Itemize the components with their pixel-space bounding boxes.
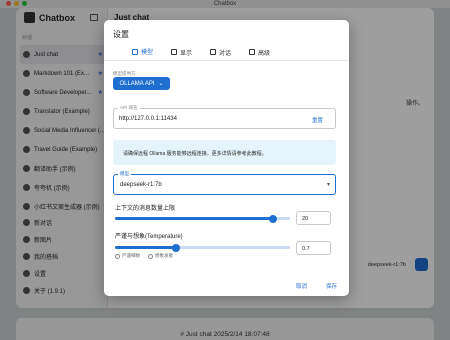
precise-icon — [115, 253, 120, 259]
cube-icon — [132, 48, 138, 55]
dialog-title: 设置 — [113, 30, 129, 39]
model-select[interactable]: 模型 deepseek-r1:7b ▾ — [113, 171, 336, 195]
creative-hint: 想象发散 — [148, 253, 173, 259]
api-host-label: API 域名 — [118, 105, 140, 111]
api-host-input[interactable]: API 域名 http://127.0.0.1:11434 重置 — [113, 105, 336, 129]
provider-select-button[interactable]: OLLAMA API ⌄ — [113, 77, 170, 90]
caret-down-icon: ▾ — [326, 182, 330, 188]
settings-tab[interactable]: 显示 — [171, 47, 192, 61]
context-limit-slider[interactable] — [115, 214, 290, 223]
provider-value: OLLAMA API — [119, 80, 155, 87]
context-slider-thumb[interactable] — [268, 214, 277, 223]
temperature-slider[interactable] — [115, 243, 290, 252]
settings-tab[interactable]: 高级 — [249, 47, 270, 61]
context-limit-input[interactable]: 20 — [296, 211, 331, 225]
temperature-slider-fill — [115, 246, 177, 249]
save-button[interactable]: 保存 — [326, 282, 337, 290]
display-icon — [171, 49, 178, 55]
creative-hint-label: 想象发散 — [155, 253, 173, 258]
precise-hint-label: 严谨细致 — [122, 253, 140, 258]
tab-divider — [104, 60, 349, 61]
temperature-input[interactable]: 0.7 — [296, 241, 331, 255]
gear-icon — [249, 49, 256, 55]
temperature-hints: 严谨细致 想象发散 — [115, 253, 173, 259]
api-host-value: http://127.0.0.1:11434 — [119, 116, 177, 122]
chat-icon — [210, 49, 217, 55]
model-value: deepseek-r1:7b — [120, 182, 162, 188]
settings-tab-label: 对话 — [219, 50, 232, 57]
settings-dialog: 设置 模型 显示 对话 高级 模型提供方 OLLAMA API ⌄ API 域名 ht… — [104, 20, 349, 296]
model-label: 模型 — [118, 171, 131, 177]
settings-tab[interactable]: 模型 — [132, 47, 154, 61]
context-limit-title: 上下文的消息数量上限 — [115, 206, 176, 212]
settings-tabs: 模型 显示 对话 高级 — [132, 47, 270, 61]
settings-tab-label: 高级 — [258, 50, 271, 57]
context-slider-fill — [115, 217, 273, 220]
temperature-title: 严谨与想象(Temperature) — [115, 234, 183, 240]
temperature-slider-thumb[interactable] — [172, 243, 181, 252]
creative-icon — [148, 253, 153, 259]
reset-button[interactable]: 重置 — [312, 116, 323, 124]
info-alert: 请确保远程 Ollama 服务能够远程连接。更多详情请参考此教程。 — [113, 140, 336, 165]
settings-tab-label: 模型 — [141, 50, 154, 56]
chevron-down-icon: ⌄ — [158, 81, 164, 87]
settings-tab-label: 显示 — [180, 50, 193, 57]
precise-hint: 严谨细致 — [115, 253, 140, 259]
settings-tab[interactable]: 对话 — [210, 47, 231, 61]
cancel-button[interactable]: 取消 — [296, 282, 307, 290]
